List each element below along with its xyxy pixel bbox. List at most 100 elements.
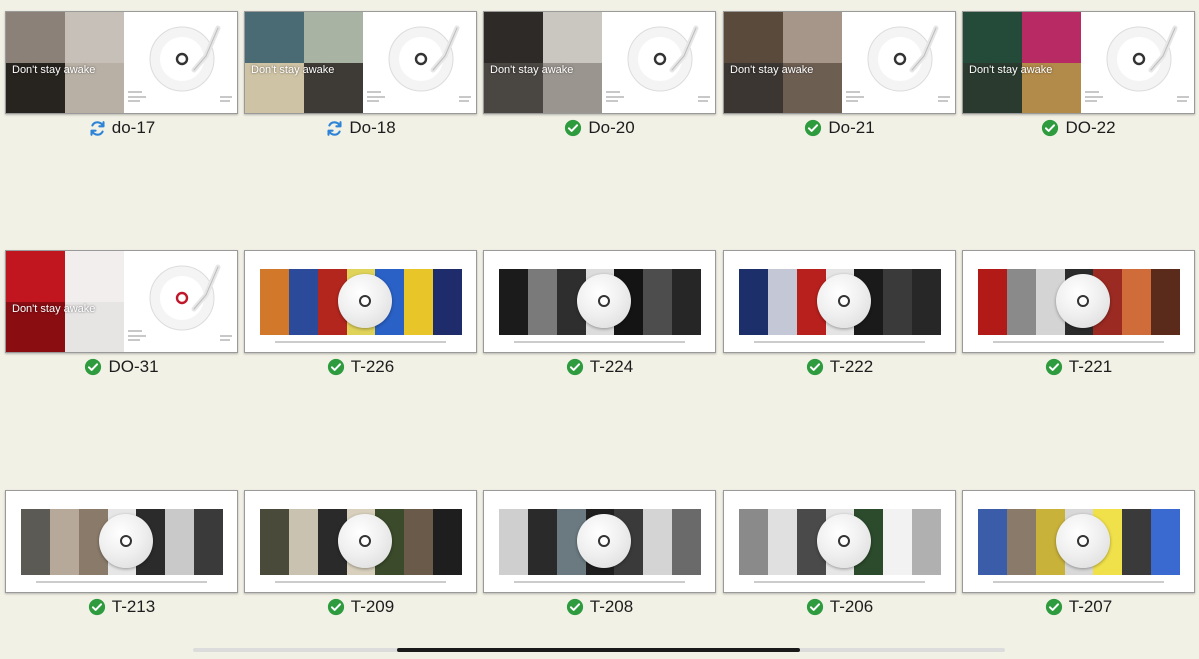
thumbnail-label: DO-22 bbox=[1065, 118, 1116, 137]
thumbnail-label: Do-18 bbox=[349, 118, 396, 137]
caption-line bbox=[754, 581, 925, 583]
collage bbox=[245, 12, 363, 113]
thumbnail-image[interactable]: Don't stay awake bbox=[5, 11, 238, 114]
thumbnail-label: T-209 bbox=[350, 597, 395, 616]
caption-line bbox=[36, 581, 207, 583]
collage bbox=[484, 12, 602, 113]
thumbnail-caption: Do-18 bbox=[244, 117, 477, 139]
sync-icon bbox=[88, 119, 106, 137]
check-circle-icon bbox=[327, 598, 345, 616]
thumbnail-grid: Don't stay awake do-17 Don't stay awake Do-… bbox=[0, 0, 1199, 640]
check-circle-icon bbox=[1045, 598, 1063, 616]
thumbnail-item[interactable]: Don't stay awake do-17 bbox=[5, 11, 238, 139]
thumbnail-label: DO-31 bbox=[108, 357, 159, 376]
collage bbox=[724, 12, 842, 113]
slide-text: Don't stay awake bbox=[251, 64, 335, 76]
caption-line bbox=[275, 341, 446, 343]
check-circle-icon bbox=[806, 358, 824, 376]
turntable-panel bbox=[124, 12, 237, 113]
thumbnail-caption: Do-20 bbox=[483, 117, 716, 139]
slide-text: Don't stay awake bbox=[12, 64, 96, 76]
thumbnail-item[interactable]: Don't stay awake DO-31 bbox=[5, 250, 238, 378]
check-circle-icon bbox=[1041, 119, 1059, 137]
scrollbar-thumb[interactable] bbox=[397, 648, 800, 652]
thumbnail-label: Do-20 bbox=[588, 118, 635, 137]
thumbnail-image[interactable] bbox=[244, 490, 477, 593]
caption-line bbox=[514, 581, 685, 583]
thumbnail-item[interactable]: Don't stay awake Do-20 bbox=[483, 11, 716, 139]
thumbnail-label: T-222 bbox=[829, 357, 874, 376]
check-circle-icon bbox=[564, 119, 582, 137]
thumbnail-image[interactable] bbox=[962, 250, 1195, 353]
caption-line bbox=[514, 341, 685, 343]
thumbnail-item[interactable]: Don't stay awake Do-18 bbox=[244, 11, 477, 139]
check-circle-icon bbox=[84, 358, 102, 376]
sync-icon bbox=[325, 119, 343, 137]
thumbnail-image[interactable]: Don't stay awake bbox=[244, 11, 477, 114]
check-circle-icon bbox=[804, 119, 822, 137]
thumbnail-caption: T-213 bbox=[5, 596, 238, 618]
thumbnail-caption: T-226 bbox=[244, 356, 477, 378]
caption-line bbox=[754, 341, 925, 343]
thumbnail-caption: DO-31 bbox=[5, 356, 238, 378]
disc-graphic bbox=[338, 514, 392, 568]
collage bbox=[6, 251, 124, 352]
check-circle-icon bbox=[566, 598, 584, 616]
thumbnail-label: T-221 bbox=[1068, 357, 1113, 376]
thumbnail-caption: T-222 bbox=[723, 356, 956, 378]
turntable-panel bbox=[1081, 12, 1194, 113]
collage bbox=[963, 12, 1081, 113]
thumbnail-label: T-226 bbox=[350, 357, 395, 376]
thumbnail-item[interactable]: T-226 bbox=[244, 250, 477, 378]
thumbnail-caption: T-206 bbox=[723, 596, 956, 618]
thumbnail-label: T-207 bbox=[1068, 597, 1113, 616]
thumbnail-item[interactable]: T-207 bbox=[962, 490, 1195, 618]
thumbnail-item[interactable]: T-224 bbox=[483, 250, 716, 378]
thumbnail-label: T-213 bbox=[111, 597, 156, 616]
horizontal-scrollbar[interactable] bbox=[193, 648, 1005, 652]
thumbnail-image[interactable] bbox=[723, 490, 956, 593]
disc-graphic bbox=[1056, 514, 1110, 568]
thumbnail-caption: T-208 bbox=[483, 596, 716, 618]
thumbnail-item[interactable]: T-222 bbox=[723, 250, 956, 378]
thumbnail-caption: T-224 bbox=[483, 356, 716, 378]
thumbnail-item[interactable]: T-221 bbox=[962, 250, 1195, 378]
disc-graphic bbox=[1056, 274, 1110, 328]
caption-line bbox=[993, 341, 1164, 343]
thumbnail-image[interactable] bbox=[723, 250, 956, 353]
disc-graphic bbox=[817, 514, 871, 568]
thumbnail-item[interactable]: T-209 bbox=[244, 490, 477, 618]
thumbnail-item[interactable]: T-208 bbox=[483, 490, 716, 618]
disc-graphic bbox=[577, 274, 631, 328]
thumbnail-image[interactable] bbox=[962, 490, 1195, 593]
thumbnail-caption: Do-21 bbox=[723, 117, 956, 139]
thumbnail-image[interactable]: Don't stay awake bbox=[5, 250, 238, 353]
thumbnail-label: Do-21 bbox=[828, 118, 875, 137]
slide-text: Don't stay awake bbox=[730, 64, 814, 76]
thumbnail-caption: T-221 bbox=[962, 356, 1195, 378]
check-circle-icon bbox=[566, 358, 584, 376]
slide-text: Don't stay awake bbox=[12, 303, 96, 315]
thumbnail-image[interactable] bbox=[483, 490, 716, 593]
thumbnail-caption: T-207 bbox=[962, 596, 1195, 618]
thumbnail-image[interactable] bbox=[483, 250, 716, 353]
check-circle-icon bbox=[1045, 358, 1063, 376]
thumbnail-image[interactable] bbox=[5, 490, 238, 593]
turntable-panel bbox=[363, 12, 476, 113]
thumbnail-image[interactable]: Don't stay awake bbox=[962, 11, 1195, 114]
turntable-panel bbox=[602, 12, 715, 113]
thumbnail-item[interactable]: Don't stay awake Do-21 bbox=[723, 11, 956, 139]
thumbnail-item[interactable]: Don't stay awake DO-22 bbox=[962, 11, 1195, 139]
disc-graphic bbox=[338, 274, 392, 328]
collage bbox=[6, 12, 124, 113]
thumbnail-label: T-208 bbox=[589, 597, 634, 616]
thumbnail-item[interactable]: T-206 bbox=[723, 490, 956, 618]
thumbnail-image[interactable] bbox=[244, 250, 477, 353]
thumbnail-item[interactable]: T-213 bbox=[5, 490, 238, 618]
slide-text: Don't stay awake bbox=[490, 64, 574, 76]
thumbnail-label: T-206 bbox=[829, 597, 874, 616]
turntable-panel bbox=[842, 12, 955, 113]
thumbnail-label: T-224 bbox=[589, 357, 634, 376]
thumbnail-image[interactable]: Don't stay awake bbox=[483, 11, 716, 114]
thumbnail-image[interactable]: Don't stay awake bbox=[723, 11, 956, 114]
